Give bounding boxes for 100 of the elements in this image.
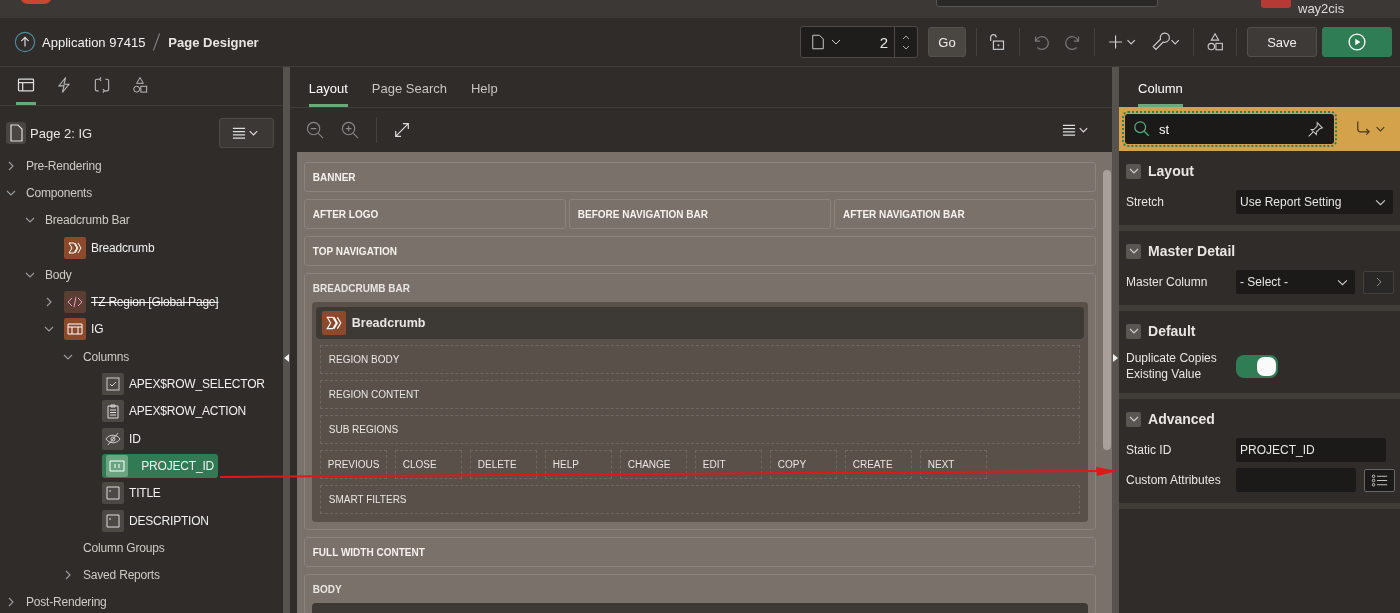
select-field[interactable]: Use Report Setting bbox=[1236, 190, 1393, 214]
page-label: Page 2: IG bbox=[30, 125, 94, 141]
search-icon bbox=[1133, 120, 1151, 138]
go-button[interactable]: Go bbox=[928, 27, 966, 57]
play-icon bbox=[1347, 32, 1367, 52]
button-position[interactable]: CHANGE bbox=[619, 450, 687, 479]
tree-node[interactable]: APEX$ROW_ACTION bbox=[102, 399, 251, 424]
clipboard-icon bbox=[102, 400, 124, 423]
chevron-down-icon bbox=[1128, 166, 1139, 176]
chevron-right-icon[interactable] bbox=[63, 570, 73, 581]
region-slot[interactable]: REGION CONTENT bbox=[319, 380, 1080, 409]
chevron-right-icon bbox=[1375, 277, 1382, 287]
collapse-button[interactable] bbox=[1126, 323, 1141, 339]
page-number-field[interactable]: 2 bbox=[800, 26, 918, 58]
layout-position[interactable]: BANNER bbox=[303, 162, 1096, 192]
collapse-button[interactable] bbox=[1126, 243, 1141, 259]
layout-position[interactable]: BEFORE NAVIGATION BAR bbox=[568, 199, 831, 229]
section-title: Advanced bbox=[1148, 411, 1215, 427]
layout-position-group[interactable]: BREADCRUMB BAR Breadcrumb REGION BODY REGION CONTENT SUB REGIONS PREVIOUS CLOSE DELETE HELP CHANGE EDIT COPY CREATE NEXT SMART FILTERS bbox=[303, 273, 1096, 530]
chevron-down-icon bbox=[1128, 326, 1139, 336]
layout-position[interactable]: AFTER NAVIGATION BAR bbox=[833, 199, 1097, 229]
shapes-icon[interactable] bbox=[1204, 31, 1226, 53]
layout-position[interactable]: TOP NAVIGATION bbox=[303, 236, 1096, 266]
caret-icon bbox=[1337, 278, 1348, 286]
collapse-handle-icon[interactable] bbox=[1113, 354, 1118, 362]
tree-node[interactable]: Post-Rendering bbox=[26, 590, 107, 613]
text-field-icon bbox=[102, 509, 124, 532]
tree-node[interactable]: TITLE bbox=[102, 481, 165, 506]
caret-icon bbox=[831, 39, 841, 45]
tree-node[interactable]: Saved Reports bbox=[83, 563, 160, 588]
shapes-icon bbox=[130, 75, 150, 95]
zoom-in-icon[interactable] bbox=[340, 120, 360, 140]
section-title: Layout bbox=[1148, 163, 1194, 179]
select-field[interactable]: - Select - bbox=[1236, 270, 1355, 294]
layout-position[interactable]: FULL WIDTH CONTENT bbox=[303, 537, 1096, 567]
text-field[interactable]: PROJECT_ID bbox=[1236, 438, 1386, 462]
region-card[interactable]: Breadcrumb REGION BODY REGION CONTENT SUB REGIONS PREVIOUS CLOSE DELETE HELP CHANGE EDIT COPY CREATE NEXT SMART FILTERS bbox=[311, 302, 1088, 522]
button-position[interactable]: EDIT bbox=[694, 450, 762, 479]
chevron-down-icon bbox=[1128, 246, 1139, 256]
breadcrumb-icon bbox=[321, 311, 346, 335]
tree-node[interactable]: Body bbox=[45, 262, 72, 287]
grid-icon bbox=[64, 318, 86, 341]
button-position[interactable]: CREATE bbox=[844, 450, 912, 479]
tree-node[interactable]: ID bbox=[102, 426, 145, 451]
property-label: Static ID bbox=[1126, 442, 1173, 458]
button-position[interactable]: CLOSE bbox=[394, 450, 462, 479]
property-search-field[interactable]: st bbox=[1125, 114, 1334, 144]
tree-node[interactable]: DESCRIPTION bbox=[102, 508, 213, 533]
run-page-button[interactable] bbox=[1322, 27, 1392, 57]
layout-position-group[interactable]: BODY bbox=[303, 574, 1096, 613]
list-menu-icon[interactable] bbox=[1062, 123, 1090, 137]
collapse-handle-icon[interactable] bbox=[283, 354, 289, 362]
button-position[interactable]: PREVIOUS bbox=[319, 450, 387, 479]
list-menu-icon bbox=[232, 126, 261, 140]
caret-icon bbox=[1375, 198, 1386, 206]
button-position[interactable]: DELETE bbox=[469, 450, 537, 479]
collapse-button[interactable] bbox=[1126, 163, 1141, 179]
tree-node[interactable]: PROJECT_ID bbox=[102, 453, 218, 478]
list-button[interactable] bbox=[1364, 468, 1395, 492]
user-name[interactable]: way2cis bbox=[1298, 1, 1345, 16]
zoom-out-icon[interactable] bbox=[305, 120, 325, 140]
tree-node[interactable]: Breadcrumb Bar bbox=[45, 208, 130, 233]
property-label: Stretch bbox=[1126, 194, 1166, 210]
button-position[interactable]: NEXT bbox=[919, 450, 987, 479]
application-link[interactable]: Application 97415 bbox=[42, 34, 146, 50]
region-slot[interactable]: SUB REGIONS bbox=[319, 415, 1080, 444]
code-icon bbox=[64, 291, 86, 314]
breadcrumb-icon bbox=[64, 236, 86, 259]
chevron-right-icon[interactable] bbox=[6, 597, 16, 608]
tree-node[interactable]: IG bbox=[64, 317, 108, 342]
tree-node[interactable]: Columns bbox=[83, 344, 129, 369]
scrollbar-thumb[interactable] bbox=[1103, 170, 1111, 450]
page-title: Page Designer bbox=[168, 34, 259, 50]
button-position[interactable]: HELP bbox=[544, 450, 612, 479]
tree-node[interactable]: Breadcrumb bbox=[64, 235, 159, 260]
crossed-eye-icon bbox=[102, 427, 124, 450]
collapse-button[interactable] bbox=[1126, 411, 1141, 427]
tree-node[interactable]: Pre-Rendering bbox=[26, 153, 102, 178]
tree-menu-button[interactable] bbox=[218, 118, 274, 148]
text-field-icon bbox=[102, 482, 124, 505]
section-title: Master Detail bbox=[1148, 243, 1236, 259]
pin-icon[interactable] bbox=[1307, 120, 1324, 138]
save-button[interactable]: Save bbox=[1247, 27, 1317, 57]
expand-icon[interactable] bbox=[392, 121, 411, 139]
tree-node[interactable]: APEX$ROW_SELECTOR bbox=[102, 372, 269, 396]
tree-node[interactable]: Components bbox=[26, 180, 93, 205]
region-slot[interactable]: REGION BODY bbox=[319, 345, 1080, 374]
designer-tab[interactable]: Page Search bbox=[371, 81, 447, 107]
property-label: Master Column bbox=[1126, 274, 1209, 290]
layout-position[interactable]: AFTER LOGO bbox=[303, 199, 566, 229]
designer-tab[interactable]: Layout bbox=[308, 81, 348, 107]
list-icon bbox=[1371, 472, 1388, 488]
region-slot[interactable]: SMART FILTERS bbox=[319, 485, 1080, 514]
chevron-right-icon[interactable] bbox=[6, 160, 16, 171]
section-title: Default bbox=[1148, 323, 1196, 339]
designer-tab[interactable]: Help bbox=[470, 81, 498, 107]
page-icon bbox=[6, 122, 26, 144]
button-position[interactable]: COPY bbox=[769, 450, 837, 479]
toggle-switch[interactable] bbox=[1236, 354, 1278, 378]
tree-node[interactable]: Column Groups bbox=[83, 535, 165, 560]
